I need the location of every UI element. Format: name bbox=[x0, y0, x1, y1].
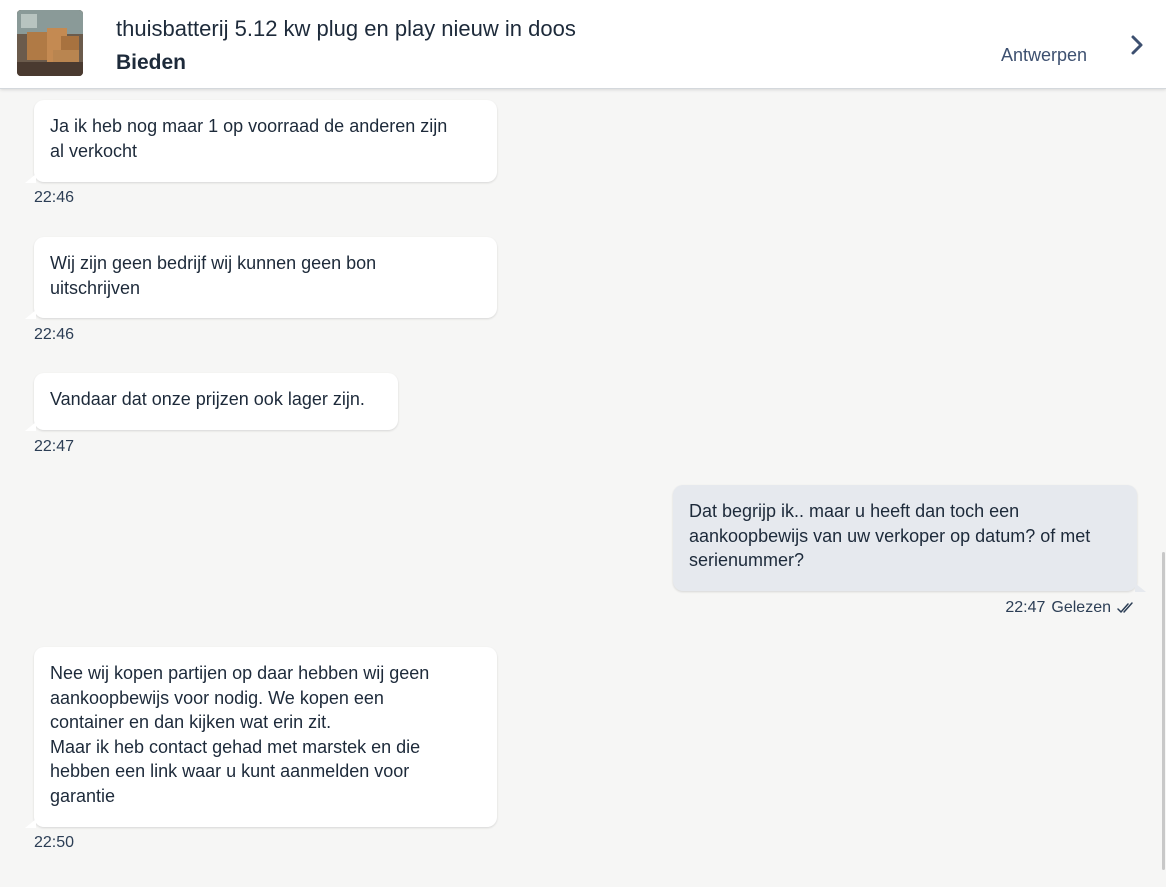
read-status-label: Gelezen bbox=[1051, 599, 1111, 616]
own-message-bubble: Dat begrijp ik.. maar u heeft dan toch e… bbox=[673, 485, 1146, 592]
message-time: 22:46 bbox=[34, 326, 75, 343]
message-text: Nee wij kopen partijen op daar hebben wi… bbox=[50, 663, 430, 806]
product-photo-icon bbox=[17, 10, 83, 76]
message-bubble: Nee wij kopen partijen op daar hebben wi… bbox=[25, 647, 497, 828]
scrollbar[interactable] bbox=[1162, 552, 1165, 870]
bid-label: Bieden bbox=[116, 51, 187, 74]
message-text: Vandaar dat onze prijzen ook lager zijn. bbox=[50, 389, 365, 409]
listing-title[interactable]: thuisbatterij 5.12 kw plug en play nieuw… bbox=[116, 16, 576, 42]
message-text: Dat begrijp ik.. maar u heeft dan toch e… bbox=[689, 501, 1091, 570]
message-time: 22:47 bbox=[1005, 599, 1046, 616]
conversation-header: thuisbatterij 5.12 kw plug en play nieuw… bbox=[0, 0, 1166, 89]
message-time: 22:46 bbox=[34, 189, 75, 206]
message-bubble: Ja ik heb nog maar 1 op voorraad de ande… bbox=[25, 100, 497, 183]
message-time: 22:50 bbox=[34, 834, 75, 851]
double-check-icon bbox=[1117, 602, 1133, 613]
listing-thumbnail[interactable] bbox=[17, 10, 83, 76]
message-time: 22:47 bbox=[34, 438, 75, 455]
message-bubble: Vandaar dat onze prijzen ook lager zijn. bbox=[25, 373, 398, 431]
message-bubble: Wij zijn geen bedrijf wij kunnen geen bo… bbox=[25, 237, 497, 319]
chevron-right-icon[interactable] bbox=[1127, 33, 1147, 57]
location-label: Antwerpen bbox=[1000, 45, 1087, 65]
message-status-row: 22:47 Gelezen bbox=[1005, 599, 1136, 617]
message-text: Wij zijn geen bedrijf wij kunnen geen bo… bbox=[50, 253, 377, 298]
message-text: Ja ik heb nog maar 1 op voorraad de ande… bbox=[50, 116, 448, 161]
